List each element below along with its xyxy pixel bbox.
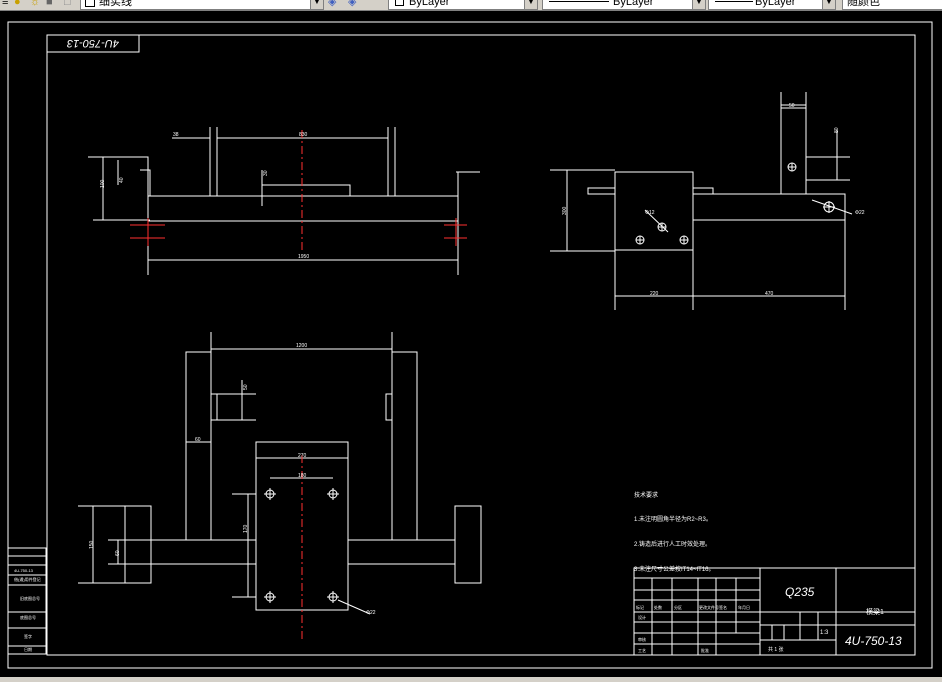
title-block-text: 批准 — [701, 647, 709, 653]
left-stamp-text: 旧底图总号 — [20, 595, 40, 601]
plotstyle-dropdown[interactable]: 随颜色 — [842, 0, 942, 10]
linetype-value: ByLayer — [613, 0, 654, 8]
layer-previous-icon[interactable]: ◈ — [348, 0, 356, 9]
dim-text: 470 — [765, 291, 774, 297]
lock-icon[interactable]: ■ — [46, 0, 53, 9]
lineweight-dropdown[interactable]: ByLayer ▼ — [708, 0, 836, 10]
dim-text: 80 — [834, 127, 840, 133]
dim-text: 40 — [119, 177, 125, 183]
dim-text: Φ12 — [645, 210, 655, 216]
left-stamp-text: 借(通)用件登记 — [14, 576, 41, 582]
dim-text: 30 — [263, 170, 269, 176]
dim-text: 38 — [173, 132, 179, 138]
drawing-code-text: 4U-750-13 — [845, 634, 902, 648]
technical-title: 技术要求 — [634, 491, 658, 499]
scale-text: 1:3 — [820, 630, 829, 636]
linetype-sample — [549, 1, 609, 2]
chevron-down-icon[interactable]: ▼ — [822, 0, 835, 9]
status-bar — [0, 677, 942, 682]
title-block-text: 审核 — [638, 636, 646, 642]
title-block-text: 工艺 — [638, 648, 646, 653]
dim-text: 1950 — [298, 254, 309, 260]
dim-text: 150 — [89, 540, 95, 549]
layer-color-icon — [85, 0, 95, 7]
dim-text: 830 — [299, 132, 308, 138]
title-block-text: 处数 — [654, 604, 662, 610]
dim-text: 50 — [789, 103, 795, 109]
sun-icon[interactable]: ☼ — [30, 0, 40, 9]
color-value: ByLayer — [409, 0, 450, 8]
chevron-down-icon[interactable]: ▼ — [524, 0, 537, 9]
mirrored-code-text: 4U-750-13 — [66, 37, 119, 49]
title-block-text: 更改文件号 — [699, 604, 719, 610]
dim-text: 60 — [195, 437, 201, 443]
lineweight-value: ByLayer — [755, 0, 796, 8]
technical-note: 1.未注明圆角半径为R2~R3。 — [634, 515, 712, 523]
linetype-dropdown[interactable]: ByLayer ▼ — [542, 0, 706, 10]
color-box-icon — [395, 0, 404, 6]
title-block-text: 标记 — [636, 604, 644, 610]
dim-text: 60 — [115, 550, 121, 556]
left-stamp-text: 签字 — [24, 633, 32, 639]
dim-text: 50 — [243, 384, 249, 390]
bulb-icon[interactable]: ● — [14, 0, 21, 9]
drawing-canvas[interactable]: 4U-750-13 4U-750-13 借(通)用件登记 旧底图总号 底图总号 … — [0, 11, 942, 682]
lineweight-sample — [715, 1, 753, 2]
layer-name-value: 细实线 — [99, 0, 132, 8]
dim-text: 170 — [243, 524, 249, 533]
dim-text: 270 — [298, 453, 307, 459]
title-block-text: 设计 — [638, 614, 646, 620]
dim-text: Φ22 — [366, 610, 376, 616]
dim-text: 180 — [298, 473, 307, 479]
left-stamp-text: 4U-750-13 — [14, 568, 34, 573]
left-stamp-text: 日期 — [24, 646, 32, 652]
make-current-icon[interactable]: ◈ — [328, 0, 336, 9]
title-block-text: 分区 — [674, 604, 682, 610]
chevron-down-icon[interactable]: ▼ — [310, 0, 323, 9]
properties-toolbar: ≡ ● ☼ ■ □ 细实线 ▼ ◈ ◈ ByLayer ▼ ByLayer ▼ … — [0, 0, 942, 11]
technical-note: 2.铸造后进行人工时效处理。 — [634, 540, 711, 548]
part-name-text: 横梁1 — [866, 607, 884, 616]
dim-text: 300 — [562, 206, 568, 215]
layer-manager-icon[interactable]: ≡ — [2, 0, 8, 9]
technical-note: 3.未注尺寸公差按IT14~IT16。 — [634, 565, 715, 573]
left-stamp-text: 底图总号 — [20, 614, 36, 620]
dim-text: Φ22 — [855, 210, 865, 216]
dim-text: 100 — [100, 179, 106, 188]
material-text: Q235 — [785, 585, 815, 599]
chevron-down-icon[interactable]: ▼ — [692, 0, 705, 9]
layer-dropdown[interactable]: 细实线 ▼ — [80, 0, 324, 10]
dim-text: 1200 — [296, 343, 307, 349]
dim-text: 220 — [650, 291, 659, 297]
color-dropdown[interactable]: ByLayer ▼ — [388, 0, 538, 10]
sheet-text: 共 1 张 — [768, 646, 784, 653]
color-swatch-icon[interactable]: □ — [64, 0, 71, 9]
title-block-text: 签名 — [719, 604, 727, 610]
title-block-text: 年月日 — [738, 604, 750, 610]
plotstyle-value: 随颜色 — [847, 0, 880, 8]
